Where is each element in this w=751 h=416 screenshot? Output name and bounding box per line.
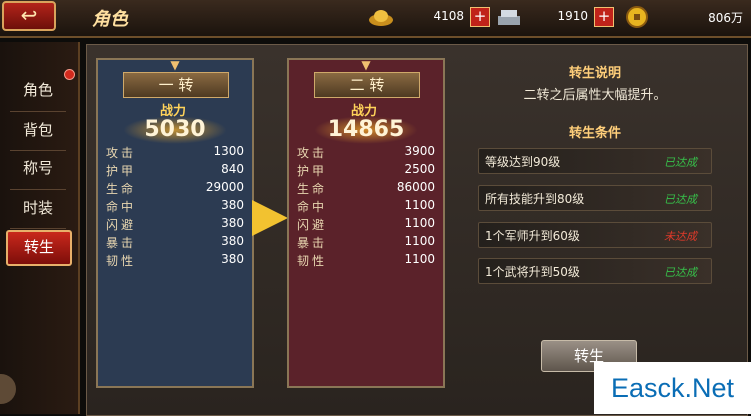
stat-name: 暴击 [106,236,137,250]
sidebar-item-bag[interactable]: 背包 [6,114,70,146]
stat-value: 380 [221,252,244,266]
stat-name: 攻击 [106,146,137,160]
coin-value: 806万 [708,11,743,25]
condition-row: 所有技能升到80级 已达成 [478,185,712,211]
stat-name: 闪避 [297,218,328,232]
add-gold-button[interactable]: + [470,7,490,27]
stat-name: 护甲 [297,164,328,178]
stat-value: 29000 [205,180,244,194]
condition-row: 等级达到90级 已达成 [478,148,712,174]
sidebar-divider [10,228,66,229]
stat-value: 840 [221,162,244,176]
stat-name: 命中 [297,200,328,214]
stat-row: 攻击 3900 [297,144,435,162]
stat-row: 护甲 2500 [297,162,435,180]
coin-resource: 806万 [624,6,751,30]
stat-list: 攻击 3900 护甲 2500 生命 86000 命中 1100 闪避 1100 暴击 11… [297,144,435,270]
stat-value: 1100 [404,216,435,230]
condition-text: 1个军师升到60级 [485,229,580,243]
power-value: 5030 [123,116,227,144]
gold-ingot-resource: 4108 + [368,6,494,30]
silver-ingot-value: 1910 [557,9,588,23]
stat-row: 命中 380 [106,198,244,216]
stat-row: 生命 86000 [297,180,435,198]
stat-name: 生命 [297,182,328,196]
reborn-cond-title: 转生条件 [568,126,621,141]
coin-icon [626,6,648,28]
stat-name: 韧性 [106,254,137,268]
stat-value: 1300 [213,144,244,158]
sidebar-item-title[interactable]: 称号 [6,152,70,184]
stat-name: 暴击 [297,236,328,250]
add-silver-button[interactable]: + [594,7,614,27]
stat-value: 380 [221,198,244,212]
stat-row: 护甲 840 [106,162,244,180]
sidebar-divider [10,189,66,190]
page-title: 角色 [92,9,128,30]
sidebar-divider [10,150,66,151]
condition-text: 所有技能升到80级 [485,192,585,206]
sidebar: 角色 背包 称号 时装 转生 [0,42,80,414]
sidebar-item-character[interactable]: 角色 [6,74,70,106]
condition-status: 已达成 [664,193,697,206]
stat-name: 闪避 [106,218,137,232]
stage-title: 二 转 [314,72,420,98]
stat-name: 韧性 [297,254,328,268]
stat-row: 暴击 1100 [297,234,435,252]
condition-text: 等级达到90级 [485,155,561,169]
reborn-desc-title: 转生说明 [568,66,621,81]
watermark: Easck.Net [594,362,751,414]
power-value: 14865 [314,116,418,144]
stat-value: 380 [221,234,244,248]
condition-status: 已达成 [664,266,697,279]
sidebar-divider [10,111,66,112]
condition-row: 1个武将升到50级 已达成 [478,258,712,284]
notification-dot [64,69,75,80]
reborn-desc-text: 二转之后属性大幅提升。 [523,88,667,103]
horn-crest-icon: ▼ [170,58,180,72]
stat-row: 暴击 380 [106,234,244,252]
stat-name: 攻击 [297,146,328,160]
stat-row: 命中 1100 [297,198,435,216]
stat-name: 护甲 [106,164,137,178]
stat-row: 攻击 1300 [106,144,244,162]
stat-value: 1100 [404,252,435,266]
sidebar-item-fashion[interactable]: 时装 [6,192,70,224]
silver-ingot-icon [498,10,520,25]
back-button[interactable]: ↩ [2,1,56,31]
upgrade-arrow-icon [252,200,288,236]
top-bar: ↩ 角色 4108 + 1910 + 806万 [0,0,751,38]
stat-value: 1100 [404,234,435,248]
stat-value: 86000 [396,180,435,194]
stat-row: 韧性 1100 [297,252,435,270]
stat-row: 韧性 380 [106,252,244,270]
condition-status: 未达成 [664,230,697,243]
stat-value: 3900 [404,144,435,158]
stat-name: 命中 [106,200,137,214]
condition-status: 已达成 [664,156,697,169]
gold-ingot-icon [369,10,393,26]
back-arrow-icon: ↩ [20,3,38,27]
stat-row: 闪避 380 [106,216,244,234]
stat-list: 攻击 1300 护甲 840 生命 29000 命中 380 闪避 380 暴击 380 韧… [106,144,244,270]
stat-value: 380 [221,216,244,230]
condition-text: 1个武将升到50级 [485,265,580,279]
stat-row: 闪避 1100 [297,216,435,234]
silver-ingot-resource: 1910 + [496,6,618,30]
stat-value: 1100 [404,198,435,212]
stat-row: 生命 29000 [106,180,244,198]
stage-card-first: ▼ 一 转 战力 5030 攻击 1300 护甲 840 生命 29000 命中 380… [96,58,254,388]
condition-row: 1个军师升到60级 未达成 [478,222,712,248]
sidebar-item-reborn[interactable]: 转生 [6,230,72,266]
stage-title: 一 转 [123,72,229,98]
horn-crest-icon: ▼ [361,58,371,72]
stat-value: 2500 [404,162,435,176]
gold-ingot-value: 4108 [433,9,464,23]
stat-name: 生命 [106,182,137,196]
stage-card-second: ▼ 二 转 战力 14865 攻击 3900 护甲 2500 生命 86000 命中 1… [287,58,445,388]
